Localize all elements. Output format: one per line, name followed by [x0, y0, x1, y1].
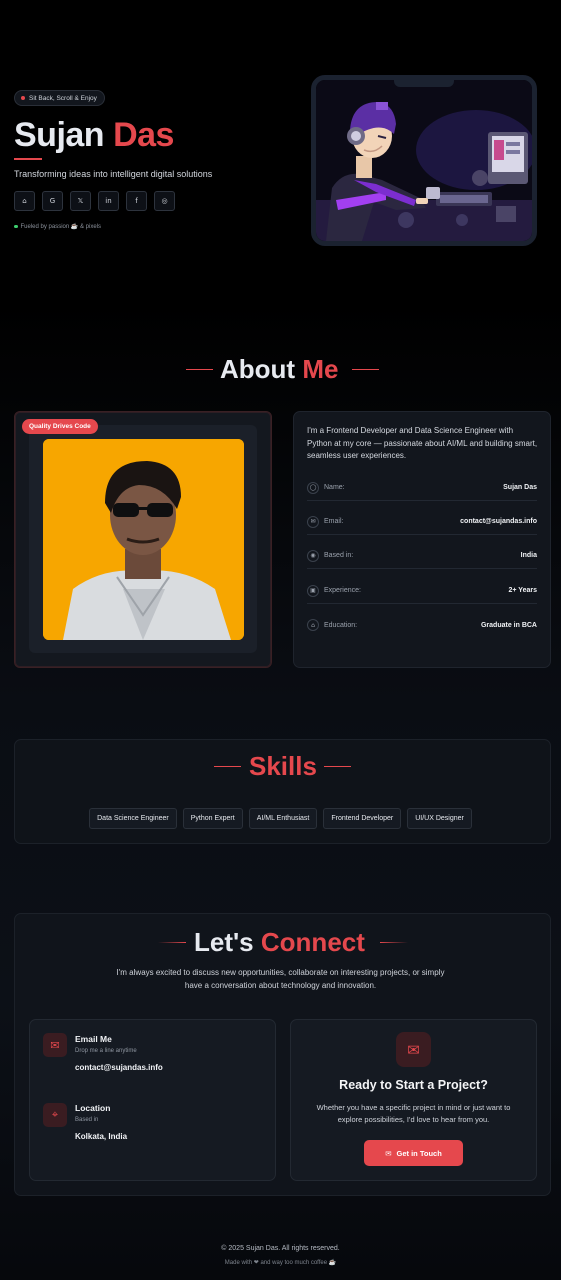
about-rule-left	[186, 369, 213, 370]
connect-rule-right	[380, 942, 408, 943]
skill-chip: Data Science Engineer	[89, 808, 177, 829]
info-label: Email:	[324, 518, 344, 525]
hero-underline	[14, 158, 42, 160]
facebook-icon[interactable]: f	[126, 191, 147, 211]
footer-made-with: Made with ❤ and way too much coffee ☕	[224, 1260, 337, 1266]
quality-badge: Quality Drives Code	[22, 419, 98, 434]
hero-tagline: Transforming ideas into intelligent digi…	[14, 169, 213, 179]
connect-title-b: Connect	[260, 927, 365, 957]
skill-chip: UI/UX Designer	[407, 808, 472, 829]
instagram-icon[interactable]: ◎	[154, 191, 175, 211]
connect-rule-left	[158, 942, 186, 943]
info-label: Experience:	[324, 587, 361, 594]
hero-name: Sujan Das	[14, 116, 174, 155]
email-title: Email Me	[75, 1034, 112, 1044]
device-notch	[394, 80, 454, 87]
status-dot	[14, 224, 18, 229]
skill-chip: Python Expert	[182, 808, 243, 829]
skills-rule-left	[214, 766, 241, 767]
linkedin-icon[interactable]: in	[98, 191, 119, 211]
connect-title-a: Let's	[194, 927, 254, 957]
skills-title: Skills	[249, 751, 317, 781]
connect-subtitle: I'm always excited to discuss new opport…	[116, 968, 445, 990]
skills-rule-right	[324, 766, 351, 767]
mail-icon: ✉	[307, 515, 319, 528]
hero-badge-label: Sit Back, Scroll & Enjoy	[29, 94, 97, 102]
google-icon[interactable]: G	[42, 191, 63, 211]
developer-illustration	[316, 80, 532, 241]
social-links: ⌂ G 𝕏 in f ◎	[14, 191, 175, 211]
info-row-experience: ▣ Experience: 2+ Years	[307, 578, 537, 604]
hero-badge: Sit Back, Scroll & Enjoy	[14, 90, 105, 106]
briefcase-icon: ▣	[307, 584, 319, 597]
about-title: About Me	[220, 354, 338, 385]
info-row-name: ◯ Name: Sujan Das	[307, 475, 537, 501]
info-value: Sujan Das	[503, 484, 537, 491]
location-value: Kolkata, India	[75, 1132, 128, 1141]
mail-icon: ✉	[396, 1032, 431, 1067]
profile-photo	[43, 439, 244, 640]
connect-title: Let's Connect	[194, 927, 365, 958]
hero-first-name: Sujan	[14, 116, 105, 154]
footer-copyright: © 2025 Sujan Das. All rights reserved.	[221, 1245, 340, 1252]
location-title: Location	[75, 1103, 111, 1113]
skill-chip: Frontend Developer	[323, 808, 402, 829]
fueled-text: Fueled by passion ☕ & pixels	[20, 224, 102, 230]
info-label: Based in:	[324, 552, 354, 559]
laptop-illustration	[311, 75, 537, 246]
info-row-location: ◉ Based in: India	[307, 543, 537, 569]
mail-icon: ✉	[385, 1148, 392, 1158]
graduation-icon: ⌂	[307, 619, 319, 631]
get-in-touch-button[interactable]: ✉ Get in Touch	[364, 1140, 463, 1166]
about-title-a: About	[220, 354, 296, 384]
email-caption: Drop me a line anytime	[75, 1048, 137, 1054]
about-rule-right	[352, 369, 379, 370]
about-bio: I'm a Frontend Developer and Data Scienc…	[307, 426, 538, 460]
cta-title: Ready to Start a Project?	[339, 1078, 488, 1092]
get-in-touch-label: Get in Touch	[396, 1148, 442, 1158]
info-label: Name:	[324, 484, 345, 491]
user-icon: ◯	[307, 481, 319, 494]
email-link[interactable]: contact@sujandas.info	[75, 1063, 163, 1072]
info-value: 2+ Years	[508, 587, 538, 594]
info-row-email: ✉ Email: contact@sujandas.info	[307, 509, 537, 535]
info-row-education: ⌂ Education: Graduate in BCA	[307, 612, 537, 638]
badge-dot	[21, 96, 25, 100]
info-value: India	[520, 552, 537, 559]
mail-icon: ✉	[43, 1033, 67, 1057]
fueled-note: Fueled by passion ☕ & pixels	[14, 223, 101, 230]
info-label: Education:	[324, 621, 358, 629]
location-pin-icon: ⌖	[43, 1103, 67, 1127]
github-icon[interactable]: ⌂	[14, 191, 35, 211]
cta-text: Whether you have a specific project in m…	[316, 1103, 511, 1124]
info-value: Graduate in BCA	[480, 621, 537, 629]
about-title-b: Me	[302, 354, 339, 384]
skills-list: Data Science Engineer Python Expert AI/M…	[0, 808, 561, 829]
info-value[interactable]: contact@sujandas.info	[460, 518, 537, 525]
location-icon: ◉	[307, 549, 319, 562]
portrait-illustration	[43, 439, 244, 640]
skill-chip: AI/ML Enthusiast	[248, 808, 318, 829]
hero-last-name: Das	[113, 116, 174, 154]
x-icon[interactable]: 𝕏	[70, 191, 91, 211]
location-caption: Based in	[75, 1117, 99, 1123]
